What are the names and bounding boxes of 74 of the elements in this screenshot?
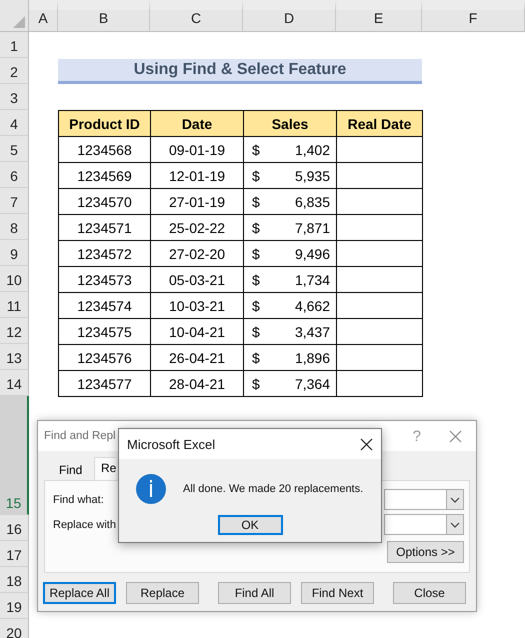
column-header[interactable]: E — [336, 0, 422, 32]
currency-symbol: $ — [252, 194, 260, 210]
dialog-tab[interactable]: Re — [94, 457, 116, 480]
field-label: Find what: — [53, 494, 104, 506]
row-header[interactable]: 16 — [0, 515, 29, 541]
sales-amount: 1,402 — [294, 142, 330, 158]
dialog-button[interactable]: Close — [393, 582, 466, 604]
row-header[interactable]: 6 — [0, 162, 29, 188]
ok-button[interactable]: OK — [218, 515, 282, 535]
row-header[interactable]: 20 — [0, 619, 29, 638]
options-button[interactable]: Options >> — [387, 541, 464, 563]
column-header[interactable]: F — [422, 0, 525, 32]
row-header[interactable]: 12 — [0, 318, 29, 344]
column-header[interactable]: A — [29, 0, 58, 32]
combo-field[interactable] — [384, 514, 464, 535]
currency-symbol: $ — [252, 376, 260, 392]
message-text: All done. We made 20 replacements. — [183, 483, 364, 495]
close-icon[interactable] — [360, 438, 373, 450]
row-header[interactable]: 1 — [0, 32, 29, 58]
row-header[interactable]: 17 — [0, 541, 29, 567]
select-all-corner[interactable] — [0, 0, 29, 32]
currency-symbol: $ — [252, 168, 260, 184]
sales-amount: 9,496 — [294, 246, 330, 262]
row-header[interactable]: 10 — [0, 266, 29, 292]
row-header[interactable]: 2 — [0, 58, 29, 84]
row-header[interactable]: 14 — [0, 370, 29, 396]
row-header[interactable]: 18 — [0, 567, 29, 593]
dialog-button[interactable]: Find Next — [301, 582, 374, 604]
sales-amount: 7,871 — [294, 220, 330, 236]
row-header[interactable]: 3 — [0, 84, 29, 110]
dialog-tab[interactable]: Find — [44, 459, 94, 480]
table-header-cell: Product ID — [58, 110, 151, 137]
row-header[interactable]: 15 — [0, 396, 29, 515]
info-icon — [136, 474, 166, 504]
row-header[interactable]: 19 — [0, 593, 29, 619]
dialog-title: Find and Repl — [44, 430, 117, 442]
currency-symbol: $ — [252, 350, 260, 366]
combo-field[interactable] — [384, 489, 464, 510]
row-header[interactable]: 7 — [0, 188, 29, 214]
table-header-cell: Real Date — [336, 110, 423, 137]
field-label: Replace with — [53, 518, 116, 530]
currency-symbol: $ — [252, 142, 260, 158]
triangle-icon — [13, 16, 25, 28]
row-header[interactable]: 4 — [0, 110, 29, 136]
sales-amount: 1,734 — [294, 272, 330, 288]
sales-amount: 3,437 — [294, 324, 330, 340]
currency-symbol: $ — [252, 298, 260, 314]
currency-symbol: $ — [252, 220, 260, 236]
row-header[interactable]: 11 — [0, 292, 29, 318]
sales-amount: 6,835 — [294, 194, 330, 210]
title-banner: Using Find & Select Feature — [58, 59, 422, 84]
currency-symbol: $ — [252, 272, 260, 288]
row-header[interactable]: 5 — [0, 136, 29, 162]
currency-symbol: $ — [252, 324, 260, 340]
row-header[interactable]: 13 — [0, 344, 29, 370]
row-header[interactable]: 8 — [0, 214, 29, 240]
table-cell: 1234577 — [58, 370, 151, 397]
table-header-cell: Date — [150, 110, 244, 137]
sales-amount: 5,935 — [294, 168, 330, 184]
column-header[interactable]: B — [58, 0, 150, 32]
sales-amount: 1,896 — [294, 350, 330, 366]
dialog-button[interactable]: Find All — [218, 582, 291, 604]
sales-amount: 7,364 — [294, 376, 330, 392]
dialog-button[interactable]: Replace — [126, 582, 199, 604]
message-box-title: Microsoft Excel — [127, 436, 216, 452]
row-header[interactable]: 9 — [0, 240, 29, 266]
column-header[interactable]: C — [150, 0, 243, 32]
table-header-cell: Sales — [243, 110, 337, 137]
column-header[interactable]: D — [243, 0, 336, 32]
sales-amount: 4,662 — [294, 298, 330, 314]
chevron-down-icon — [450, 496, 460, 502]
dialog-button[interactable]: Replace All — [43, 582, 116, 604]
chevron-down-icon — [450, 522, 460, 528]
currency-symbol: $ — [252, 246, 260, 262]
